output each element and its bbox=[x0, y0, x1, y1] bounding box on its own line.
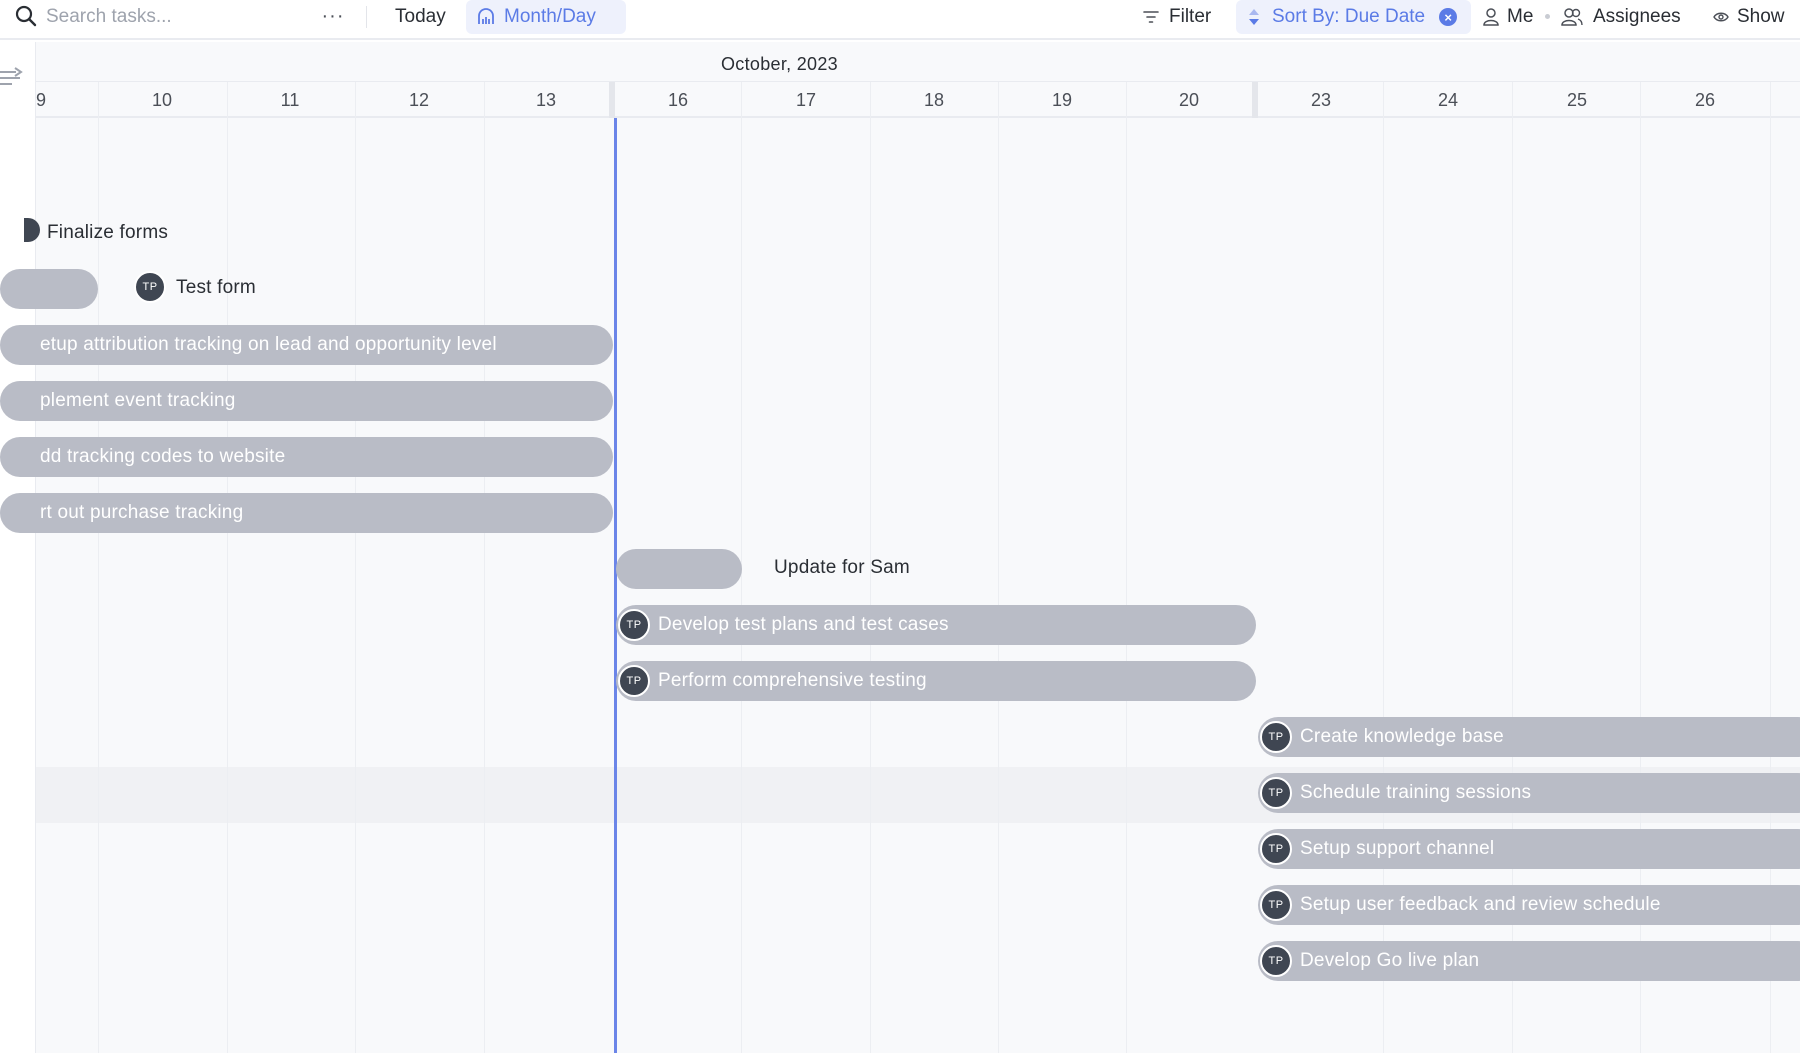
assignee-avatar[interactable]: TP bbox=[618, 609, 650, 641]
task-bar[interactable]: TP Setup user feedback and review schedu… bbox=[1258, 885, 1800, 925]
assignee-avatar[interactable]: TP bbox=[134, 271, 166, 303]
grid-line bbox=[1126, 82, 1127, 1053]
task-bar-label: Develop Go live plan bbox=[1300, 950, 1480, 971]
show-button[interactable]: Show bbox=[1713, 0, 1785, 33]
task-bar-label: etup attribution tracking on lead and op… bbox=[40, 334, 497, 355]
task-bar[interactable]: dd tracking codes to website bbox=[0, 437, 613, 477]
task-label[interactable]: Test form bbox=[176, 277, 256, 299]
filter-button[interactable]: Filter bbox=[1143, 0, 1211, 33]
day-label: 26 bbox=[1694, 90, 1716, 110]
task-bar[interactable]: TP Perform comprehensive testing bbox=[616, 661, 1256, 701]
task-bar[interactable] bbox=[0, 269, 98, 309]
task-bar-label: plement event tracking bbox=[40, 390, 236, 411]
day-label: 23 bbox=[1310, 90, 1332, 110]
toolbar-divider bbox=[366, 6, 367, 28]
toolbar: ··· Today Month/Day Filter Sort By: Due … bbox=[0, 0, 1800, 40]
task-bar[interactable]: plement event tracking bbox=[0, 381, 613, 421]
task-bar-label: Develop test plans and test cases bbox=[658, 614, 949, 635]
task-bar-label: Setup user feedback and review schedule bbox=[1300, 894, 1661, 915]
sort-label: Sort By: Due Date bbox=[1272, 6, 1426, 27]
day-label: 18 bbox=[923, 90, 945, 110]
view-mode-label: Month/Day bbox=[504, 6, 596, 27]
task-bar[interactable]: TP Create knowledge base bbox=[1258, 717, 1800, 757]
assignees-label: Assignees bbox=[1593, 5, 1681, 27]
me-label: Me bbox=[1507, 5, 1534, 27]
grid-line bbox=[355, 82, 356, 1053]
grid-line bbox=[998, 82, 999, 1053]
day-label: 25 bbox=[1566, 90, 1588, 110]
day-header: 9 10 11 12 13 16 17 18 19 20 23 24 25 26 bbox=[36, 82, 1800, 118]
weekend-gap bbox=[1252, 82, 1258, 118]
users-icon bbox=[1561, 7, 1583, 26]
assignee-avatar[interactable]: TP bbox=[1260, 721, 1292, 753]
grid-line bbox=[227, 82, 228, 1053]
gantt-chart: October, 2023 9 10 11 12 13 16 17 18 19 20 23 24 25 2… bbox=[0, 42, 1800, 1053]
month-label: October, 2023 bbox=[721, 54, 838, 74]
day-label: 20 bbox=[1178, 90, 1200, 110]
task-bar-label: Create knowledge base bbox=[1300, 726, 1504, 747]
task-bar[interactable]: TP Setup support channel bbox=[1258, 829, 1800, 869]
task-dot[interactable] bbox=[24, 218, 40, 242]
task-bar-label: Setup support channel bbox=[1300, 838, 1495, 859]
task-bar-label: dd tracking codes to website bbox=[40, 446, 286, 467]
clear-sort-icon[interactable]: × bbox=[1439, 8, 1458, 26]
day-label: 24 bbox=[1437, 90, 1459, 110]
assignee-avatar[interactable]: TP bbox=[1260, 777, 1292, 809]
assignee-avatar[interactable]: TP bbox=[1260, 833, 1292, 865]
filter-icon bbox=[1143, 10, 1159, 23]
task-bar-label: rt out purchase tracking bbox=[40, 502, 244, 523]
task-bar[interactable]: TP Develop test plans and test cases bbox=[616, 605, 1256, 645]
calendar-view-icon bbox=[478, 8, 494, 24]
assignees-button[interactable]: Assignees bbox=[1561, 0, 1681, 33]
weekend-gap bbox=[609, 82, 615, 118]
user-icon bbox=[1483, 7, 1499, 26]
sort-button[interactable]: Sort By: Due Date × bbox=[1236, 0, 1471, 34]
left-rail bbox=[0, 42, 36, 1053]
eye-icon bbox=[1713, 12, 1729, 21]
day-label: 12 bbox=[408, 90, 430, 110]
assignee-avatar[interactable]: TP bbox=[1260, 945, 1292, 977]
search-icon bbox=[15, 5, 37, 27]
search-input[interactable] bbox=[46, 3, 296, 31]
task-label[interactable]: Finalize forms bbox=[47, 222, 168, 244]
day-label: 13 bbox=[535, 90, 557, 110]
grid-line bbox=[484, 82, 485, 1053]
task-bar[interactable]: rt out purchase tracking bbox=[0, 493, 613, 533]
me-button[interactable]: Me bbox=[1483, 0, 1533, 33]
task-bar[interactable]: etup attribution tracking on lead and op… bbox=[0, 325, 613, 365]
show-label: Show bbox=[1737, 5, 1785, 27]
sort-icon bbox=[1249, 9, 1259, 25]
expand-sidebar-icon[interactable] bbox=[0, 64, 24, 88]
task-bar[interactable] bbox=[616, 549, 742, 589]
day-label: 17 bbox=[795, 90, 817, 110]
view-mode-button[interactable]: Month/Day bbox=[466, 0, 626, 34]
task-bar-label: Perform comprehensive testing bbox=[658, 670, 927, 691]
assignee-avatar[interactable]: TP bbox=[1260, 889, 1292, 921]
task-label[interactable]: Update for Sam bbox=[774, 557, 910, 579]
task-bar[interactable]: TP Schedule training sessions bbox=[1258, 773, 1800, 813]
assignee-avatar[interactable]: TP bbox=[618, 665, 650, 697]
today-button[interactable]: Today bbox=[395, 0, 446, 33]
month-header: October, 2023 bbox=[36, 42, 1800, 82]
day-label: 10 bbox=[151, 90, 173, 110]
day-label: 11 bbox=[280, 90, 300, 110]
filter-label: Filter bbox=[1169, 5, 1212, 27]
toolbar-dot-separator bbox=[1545, 14, 1550, 19]
more-options-button[interactable]: ··· bbox=[318, 0, 348, 33]
today-marker bbox=[614, 118, 617, 1053]
task-bar-label: Schedule training sessions bbox=[1300, 782, 1532, 803]
day-label: 16 bbox=[667, 90, 689, 110]
day-label: 19 bbox=[1051, 90, 1073, 110]
task-bar[interactable]: TP Develop Go live plan bbox=[1258, 941, 1800, 981]
